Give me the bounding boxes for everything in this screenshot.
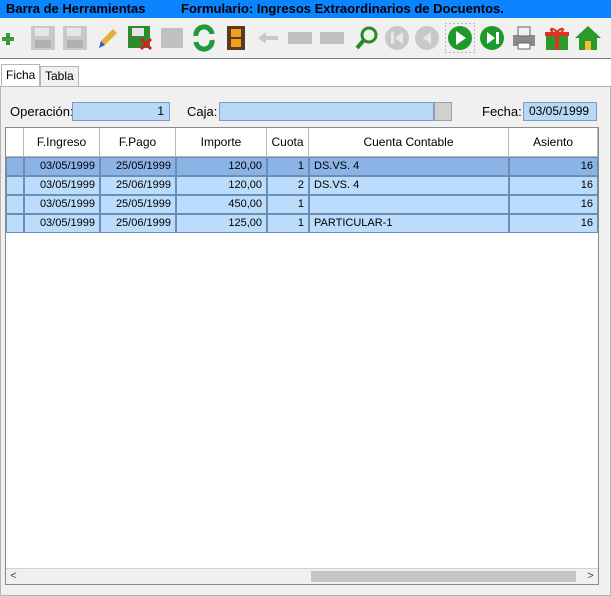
minus-button[interactable] xyxy=(285,21,315,55)
cell-f-pago[interactable]: 25/06/1999 xyxy=(100,176,176,195)
add-button[interactable] xyxy=(0,21,20,55)
first-record-button[interactable] xyxy=(382,21,412,55)
col-header-f-pago[interactable]: F.Pago xyxy=(100,128,176,157)
cell-f-pago[interactable]: 25/05/1999 xyxy=(100,157,176,176)
cell-importe[interactable]: 120,00 xyxy=(176,157,267,176)
save-button[interactable] xyxy=(28,21,58,55)
save-delete-icon xyxy=(128,26,153,51)
scroll-right-button[interactable]: > xyxy=(583,569,598,584)
save-as-icon xyxy=(63,26,87,50)
cell-cuota[interactable]: 1 xyxy=(267,195,309,214)
tab-tabla[interactable]: Tabla xyxy=(40,66,79,86)
cell-asiento[interactable]: 16 xyxy=(509,195,598,214)
refresh-button[interactable] xyxy=(189,21,219,55)
row-indicator xyxy=(6,195,24,214)
last-icon xyxy=(480,26,504,50)
refresh-icon xyxy=(193,24,215,52)
save-icon xyxy=(31,26,55,50)
col-header-cuenta-contable[interactable]: Cuenta Contable xyxy=(309,128,509,157)
cell-cuota[interactable]: 1 xyxy=(267,214,309,233)
row-indicator xyxy=(6,214,24,233)
tab-ficha[interactable]: Ficha xyxy=(1,64,41,86)
back-arrow-button[interactable] xyxy=(253,21,283,55)
fecha-label: Fecha: xyxy=(482,104,522,119)
cell-cuenta-contable[interactable] xyxy=(309,195,509,214)
equal-icon xyxy=(320,32,344,44)
film-button[interactable] xyxy=(221,21,251,55)
search-icon xyxy=(355,26,378,50)
cell-cuenta-contable[interactable]: DS.VS. 4 xyxy=(309,176,509,195)
cell-f-ingreso[interactable]: 03/05/1999 xyxy=(24,214,100,233)
tab-tabla-label: Tabla xyxy=(45,69,74,83)
row-indicator xyxy=(6,157,24,176)
prev-record-button[interactable] xyxy=(412,21,442,55)
gift-button[interactable] xyxy=(542,21,572,55)
cell-cuota[interactable]: 2 xyxy=(267,176,309,195)
cell-f-pago[interactable]: 25/05/1999 xyxy=(100,195,176,214)
cell-f-ingreso[interactable]: 03/05/1999 xyxy=(24,176,100,195)
search-button[interactable] xyxy=(352,21,382,55)
edit-button[interactable] xyxy=(92,21,122,55)
next-icon xyxy=(445,23,475,53)
minus-icon xyxy=(288,32,312,44)
print-icon xyxy=(513,26,535,50)
undo-icon xyxy=(161,28,183,48)
operacion-field[interactable]: 1 xyxy=(72,102,170,121)
cell-asiento[interactable]: 16 xyxy=(509,214,598,233)
caja-label: Caja: xyxy=(187,104,218,119)
home-icon xyxy=(575,26,601,50)
cell-asiento[interactable]: 16 xyxy=(509,157,598,176)
save-delete-button[interactable] xyxy=(125,21,155,55)
operacion-label: Operación: xyxy=(10,104,74,119)
tab-strip: Ficha Tabla xyxy=(0,64,611,86)
scroll-thumb[interactable] xyxy=(311,571,576,582)
cell-importe[interactable]: 120,00 xyxy=(176,176,267,195)
col-header-f-ingreso[interactable]: F.Ingreso xyxy=(24,128,100,157)
next-record-button[interactable] xyxy=(445,21,475,55)
print-button[interactable] xyxy=(509,21,539,55)
toolbar-title: Barra de Herramientas xyxy=(6,1,146,16)
cell-f-ingreso[interactable]: 03/05/1999 xyxy=(24,157,100,176)
toolbar xyxy=(0,18,611,59)
save-as-button[interactable] xyxy=(60,21,90,55)
fecha-field[interactable]: 03/05/1999 xyxy=(523,102,597,121)
home-button[interactable] xyxy=(573,21,603,55)
cell-cuota[interactable]: 1 xyxy=(267,157,309,176)
col-header-importe[interactable]: Importe xyxy=(176,128,267,157)
cell-f-ingreso[interactable]: 03/05/1999 xyxy=(24,195,100,214)
scroll-left-button[interactable]: < xyxy=(6,569,21,584)
cell-importe[interactable]: 450,00 xyxy=(176,195,267,214)
last-record-button[interactable] xyxy=(477,21,507,55)
row-header-column xyxy=(6,128,24,157)
cell-importe[interactable]: 125,00 xyxy=(176,214,267,233)
prev-icon xyxy=(415,26,439,50)
col-header-asiento[interactable]: Asiento xyxy=(509,128,598,157)
data-grid[interactable]: F.Ingreso F.Pago Importe Cuota Cuenta Co… xyxy=(5,127,599,585)
add-icon xyxy=(2,33,14,45)
edit-icon xyxy=(99,29,117,48)
row-indicator xyxy=(6,176,24,195)
caja-field[interactable] xyxy=(219,102,434,121)
back-arrow-icon xyxy=(258,32,278,44)
col-header-cuota[interactable]: Cuota xyxy=(267,128,309,157)
equal-button[interactable] xyxy=(317,21,347,55)
cell-cuenta-contable[interactable]: DS.VS. 4 xyxy=(309,157,509,176)
caja-dropdown-button[interactable] xyxy=(434,102,452,121)
cell-cuenta-contable[interactable]: PARTICULAR-1 xyxy=(309,214,509,233)
undo-button[interactable] xyxy=(157,21,187,55)
tab-ficha-label: Ficha xyxy=(6,68,36,82)
title-bar: Barra de Herramientas Formulario: Ingres… xyxy=(0,0,611,18)
form-title: Formulario: Ingresos Extraordinarios de … xyxy=(181,1,504,16)
gift-icon xyxy=(545,27,569,50)
film-icon xyxy=(227,26,245,50)
cell-asiento[interactable]: 16 xyxy=(509,176,598,195)
cell-f-pago[interactable]: 25/06/1999 xyxy=(100,214,176,233)
horizontal-scrollbar[interactable]: < > xyxy=(6,568,598,584)
first-icon xyxy=(385,26,409,50)
